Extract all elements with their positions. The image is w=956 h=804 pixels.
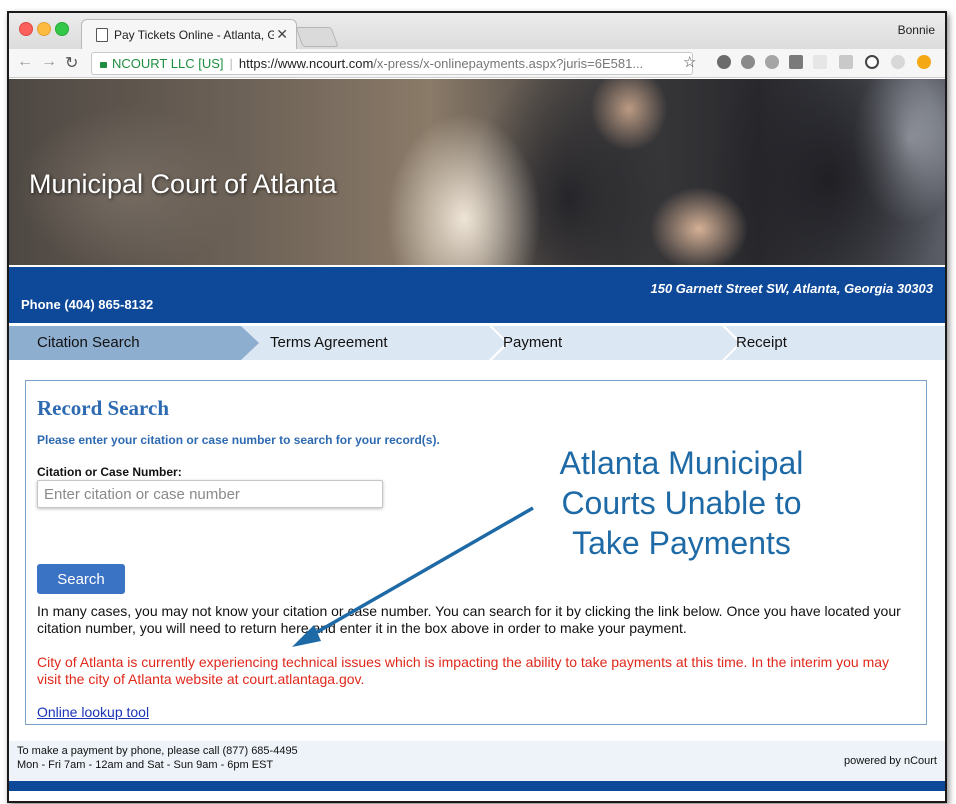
annotation-line-3: Take Payments bbox=[572, 525, 791, 561]
arrow-line bbox=[304, 506, 534, 641]
footer-bar bbox=[9, 781, 945, 791]
annotation-caption: Atlanta Municipal Courts Unable to Take … bbox=[539, 443, 824, 563]
browser-window: Pay Tickets Online - Atlanta, G ✕ Bonnie… bbox=[7, 11, 947, 803]
annotation-arrow bbox=[292, 506, 534, 647]
annotation-line-1: Atlanta Municipal bbox=[559, 445, 804, 481]
powered-by: powered by nCourt bbox=[844, 755, 937, 767]
business-hours: Mon - Fri 7am - 12am and Sat - Sun 9am -… bbox=[17, 759, 274, 771]
page-footer: To make a payment by phone, please call … bbox=[9, 741, 945, 781]
phone-payment-note: To make a payment by phone, please call … bbox=[17, 745, 298, 757]
annotation-line-2: Courts Unable to bbox=[561, 485, 802, 521]
arrow-head bbox=[292, 625, 321, 647]
